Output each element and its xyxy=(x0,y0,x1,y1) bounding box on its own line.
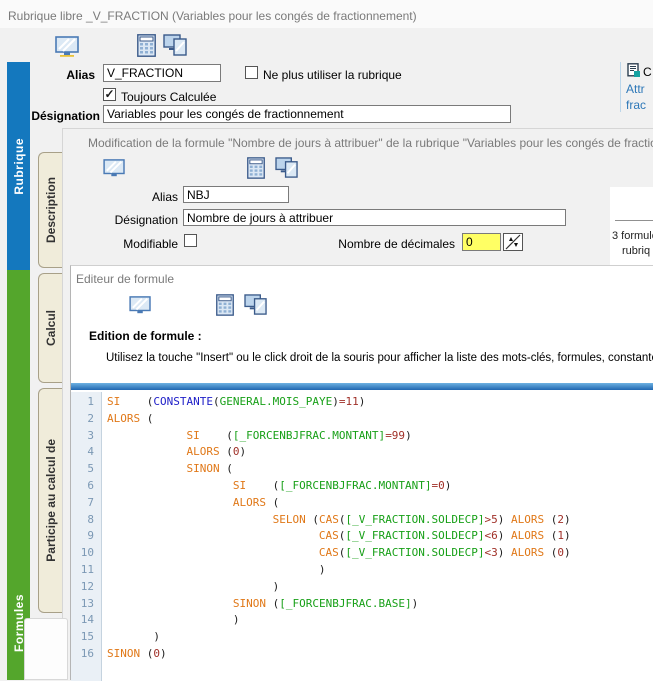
code-line[interactable]: 7 ALORS ( xyxy=(71,495,653,512)
modifiable-checkbox[interactable] xyxy=(184,234,197,247)
info-box-line1: 3 formule xyxy=(612,230,653,242)
code-line[interactable]: 4 ALORS (0) xyxy=(71,444,653,461)
line-number: 10 xyxy=(71,545,98,562)
tab-description-label: Description xyxy=(44,177,58,243)
code-line[interactable]: 15 ) xyxy=(71,629,653,646)
side-panel-icon-text: C xyxy=(643,65,652,79)
line-number: 6 xyxy=(71,478,98,495)
tab-participe-au-calcul-de[interactable]: Participe au calcul de xyxy=(38,388,62,613)
designation-input-w2[interactable]: Nombre de jours à attribuer xyxy=(183,209,566,226)
code-line[interactable]: 5 SINON ( xyxy=(71,461,653,478)
tab-calcul[interactable]: Calcul xyxy=(38,273,62,383)
line-number: 5 xyxy=(71,461,98,478)
screens-icon[interactable] xyxy=(275,157,299,182)
spinner-stepper[interactable] xyxy=(503,233,523,251)
calculator-icon[interactable] xyxy=(247,157,265,182)
code-line[interactable]: 3 SI ([_FORCENBJFRAC.MONTANT]=99) xyxy=(71,428,653,445)
calculator-icon[interactable] xyxy=(137,34,156,60)
formula-code-editor[interactable]: 1SI (CONSTANTE(GENERAL.MOIS_PAYE)=11)2AL… xyxy=(71,392,653,681)
line-number: 9 xyxy=(71,528,98,545)
toujours-calculee-checkbox[interactable]: ✓ xyxy=(103,88,116,101)
code-line[interactable]: 10 CAS([_V_FRACTION.SOLDECP]<3) ALORS (0… xyxy=(71,545,653,562)
attribution-link-line2[interactable]: frac xyxy=(626,98,646,112)
code-line[interactable]: 16SINON (0) xyxy=(71,646,653,663)
designation-label-w2: Désignation xyxy=(100,213,178,227)
tab-rubrique-label: Rubrique xyxy=(12,138,26,195)
calculator-icon[interactable] xyxy=(216,294,234,319)
window3-title: Editeur de formule xyxy=(76,272,646,286)
line-number: 12 xyxy=(71,579,98,596)
line-number: 16 xyxy=(71,646,98,663)
line-number: 4 xyxy=(71,444,98,461)
background-panel xyxy=(24,618,68,680)
code-line[interactable]: 8 SELON (CAS([_V_FRACTION.SOLDECP]>5) AL… xyxy=(71,512,653,529)
document-icon[interactable] xyxy=(627,63,641,80)
line-number: 8 xyxy=(71,512,98,529)
code-line[interactable]: 9 CAS([_V_FRACTION.SOLDECP]<6) ALORS (1) xyxy=(71,528,653,545)
decimales-label: Nombre de décimales xyxy=(335,237,455,251)
code-line[interactable]: 11 ) xyxy=(71,562,653,579)
window1-titlebar: Rubrique libre _V_FRACTION (Variables po… xyxy=(0,0,653,28)
code-line[interactable]: 14 ) xyxy=(71,612,653,629)
line-number: 13 xyxy=(71,596,98,613)
designation-input-w1[interactable]: Variables pour les congés de fractionnem… xyxy=(103,105,511,123)
line-number: 15 xyxy=(71,629,98,646)
editor-top-bar xyxy=(71,383,653,390)
line-number: 14 xyxy=(71,612,98,629)
modifiable-label: Modifiable xyxy=(100,237,178,251)
side-panel-separator xyxy=(620,62,621,112)
line-number: 1 xyxy=(71,394,98,411)
window2-title: Modification de la formule "Nombre de jo… xyxy=(88,136,653,150)
code-lines: 1SI (CONSTANTE(GENERAL.MOIS_PAYE)=11)2AL… xyxy=(71,394,653,663)
decimales-input[interactable]: 0 xyxy=(462,233,501,251)
monitor-icon[interactable] xyxy=(103,159,126,181)
code-line[interactable]: 6 SI ([_FORCENBJFRAC.MONTANT]=0) xyxy=(71,478,653,495)
alias-input-w1[interactable]: V_FRACTION xyxy=(103,64,221,82)
monitor-icon[interactable] xyxy=(55,36,80,60)
edition-section-label: Edition de formule : xyxy=(89,329,202,343)
monitor-icon[interactable] xyxy=(129,296,152,318)
attribution-link-line1[interactable]: Attr xyxy=(626,82,645,96)
screens-icon[interactable] xyxy=(163,34,188,60)
screens-icon[interactable] xyxy=(244,294,268,319)
line-number: 7 xyxy=(71,495,98,512)
code-line[interactable]: 1SI (CONSTANTE(GENERAL.MOIS_PAYE)=11) xyxy=(71,394,653,411)
screen: { "colors": { "rail_blue": "#1478be", "r… xyxy=(0,0,653,680)
line-number: 3 xyxy=(71,428,98,445)
toujours-calculee-label: Toujours Calculée xyxy=(121,90,216,104)
designation-label-w1: Désignation xyxy=(20,109,100,123)
ne-plus-utiliser-label: Ne plus utiliser la rubrique xyxy=(263,68,402,82)
info-box: 3 formule rubriq xyxy=(610,187,653,265)
line-number: 2 xyxy=(71,411,98,428)
tab-participe-label: Participe au calcul de xyxy=(44,439,58,562)
code-line[interactable]: 13 SINON ([_FORCENBJFRAC.BASE]) xyxy=(71,596,653,613)
ne-plus-utiliser-checkbox[interactable] xyxy=(245,66,258,79)
code-line[interactable]: 12 ) xyxy=(71,579,653,596)
tab-description[interactable]: Description xyxy=(38,152,62,268)
line-number: 11 xyxy=(71,562,98,579)
info-box-line2: rubriq xyxy=(622,245,650,257)
window1-title: Rubrique libre _V_FRACTION (Variables po… xyxy=(8,9,648,23)
window3-frame: Editeur de formule Edition de formule : … xyxy=(70,265,653,680)
alias-label-w1: Alias xyxy=(20,68,95,82)
tab-rubrique[interactable]: Rubrique xyxy=(7,62,30,270)
editor-hint: Utilisez la touche "Insert" ou le click … xyxy=(106,352,653,364)
tab-calcul-label: Calcul xyxy=(44,310,58,346)
alias-input-w2[interactable]: NBJ xyxy=(183,186,289,203)
code-line[interactable]: 2ALORS ( xyxy=(71,411,653,428)
alias-label-w2: Alias xyxy=(100,190,178,204)
